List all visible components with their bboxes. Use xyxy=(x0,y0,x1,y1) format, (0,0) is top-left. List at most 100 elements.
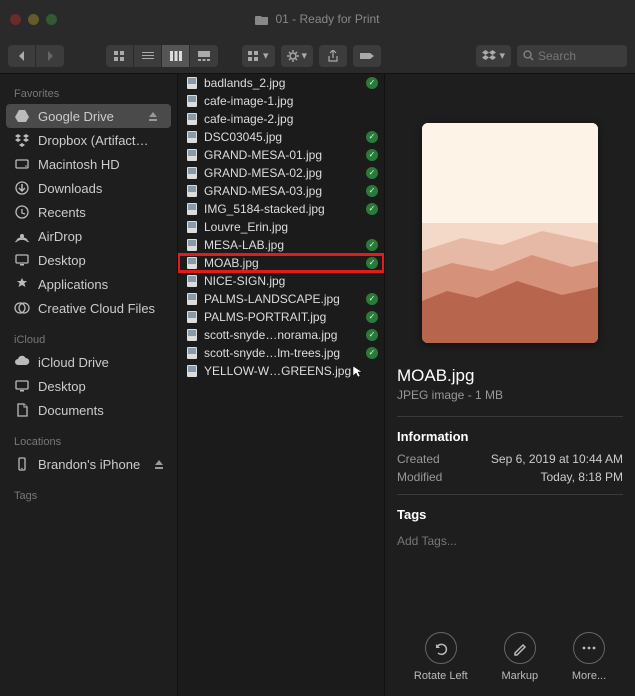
file-row[interactable]: GRAND-MESA-03.jpg xyxy=(178,182,384,200)
downloads-icon xyxy=(14,180,30,196)
quick-actions: Rotate Left Markup More... xyxy=(397,618,623,696)
file-row[interactable]: YELLOW-W…GREENS.jpg xyxy=(178,362,384,380)
sidebar: FavoritesGoogle DriveDropbox (Artifact…M… xyxy=(0,74,178,696)
close-window-button[interactable] xyxy=(10,14,21,25)
sidebar-item-downloads[interactable]: Downloads xyxy=(0,176,177,200)
created-value: Sep 6, 2019 at 10:44 AM xyxy=(491,452,623,466)
file-row[interactable]: scott-snyde…norama.jpg xyxy=(178,326,384,344)
file-name: IMG_5184-stacked.jpg xyxy=(204,202,362,216)
sync-status-icon xyxy=(366,203,378,215)
file-row[interactable]: badlands_2.jpg xyxy=(178,74,384,92)
thumbnail xyxy=(397,84,623,354)
sidebar-item-recents[interactable]: Recents xyxy=(0,200,177,224)
icon-view-button[interactable] xyxy=(106,45,134,67)
file-row[interactable]: PALMS-LANDSCAPE.jpg xyxy=(178,290,384,308)
sidebar-item-desktop[interactable]: Desktop xyxy=(0,374,177,398)
documents-icon xyxy=(14,402,30,418)
airdrop-icon xyxy=(14,228,30,244)
search-placeholder: Search xyxy=(538,49,576,63)
sidebar-item-applications[interactable]: Applications xyxy=(0,272,177,296)
eject-icon[interactable] xyxy=(153,458,167,470)
more-button[interactable]: More... xyxy=(572,632,606,682)
file-list[interactable]: badlands_2.jpg cafe-image-1.jpg cafe-image… xyxy=(178,74,385,696)
file-name: cafe-image-1.jpg xyxy=(204,94,378,108)
sync-status-icon xyxy=(366,77,378,89)
file-row[interactable]: Louvre_Erin.jpg xyxy=(178,218,384,236)
file-name: DSC03045.jpg xyxy=(204,130,362,144)
hd-icon xyxy=(14,156,30,172)
file-icon xyxy=(184,274,200,288)
eject-icon[interactable] xyxy=(147,110,161,122)
desktop-icon xyxy=(14,252,30,268)
list-view-button[interactable] xyxy=(134,45,162,67)
maximize-window-button[interactable] xyxy=(46,14,57,25)
search-field[interactable]: Search xyxy=(517,45,627,67)
info-heading: Information xyxy=(397,421,623,450)
sidebar-heading: iCloud xyxy=(0,328,177,350)
file-row[interactable]: scott-snyde…lm-trees.jpg xyxy=(178,344,384,362)
rotate-left-label: Rotate Left xyxy=(414,670,468,682)
file-row[interactable]: PALMS-PORTRAIT.jpg xyxy=(178,308,384,326)
modified-value: Today, 8:18 PM xyxy=(541,470,624,484)
file-icon xyxy=(184,166,200,180)
sidebar-item-brandon-s-iphone[interactable]: Brandon's iPhone xyxy=(0,452,177,476)
sync-status-icon xyxy=(366,239,378,251)
sync-status-icon xyxy=(366,149,378,161)
sidebar-item-dropbox-artifact[interactable]: Dropbox (Artifact… xyxy=(0,128,177,152)
back-button[interactable] xyxy=(8,45,36,67)
cc-icon xyxy=(14,300,30,316)
sidebar-item-label: iCloud Drive xyxy=(38,355,167,370)
file-icon xyxy=(184,130,200,144)
file-row[interactable]: GRAND-MESA-01.jpg xyxy=(178,146,384,164)
sidebar-item-macintosh-hd[interactable]: Macintosh HD xyxy=(0,152,177,176)
minimize-window-button[interactable] xyxy=(28,14,39,25)
markup-button[interactable]: Markup xyxy=(501,632,538,682)
file-row[interactable]: GRAND-MESA-02.jpg xyxy=(178,164,384,182)
sync-status-icon xyxy=(366,311,378,323)
sidebar-item-creative-cloud-files[interactable]: Creative Cloud Files xyxy=(0,296,177,320)
file-row[interactable]: NICE-SIGN.jpg xyxy=(178,272,384,290)
file-icon xyxy=(184,346,200,360)
action-button[interactable]: ▾ xyxy=(281,45,314,67)
forward-button[interactable] xyxy=(36,45,64,67)
add-tags-field[interactable]: Add Tags... xyxy=(397,528,623,548)
column-view-button[interactable] xyxy=(162,45,190,67)
group-button[interactable]: ▾ xyxy=(242,45,275,67)
file-name: GRAND-MESA-03.jpg xyxy=(204,184,362,198)
file-row[interactable]: cafe-image-2.jpg xyxy=(178,110,384,128)
more-label: More... xyxy=(572,670,606,682)
gallery-view-button[interactable] xyxy=(190,45,218,67)
file-row[interactable]: MESA-LAB.jpg xyxy=(178,236,384,254)
sidebar-item-airdrop[interactable]: AirDrop xyxy=(0,224,177,248)
sync-status-icon xyxy=(366,131,378,143)
sync-status-icon xyxy=(366,185,378,197)
sidebar-item-icloud-drive[interactable]: iCloud Drive xyxy=(0,350,177,374)
rotate-left-button[interactable]: Rotate Left xyxy=(414,632,468,682)
sidebar-item-label: Desktop xyxy=(38,253,167,268)
file-icon xyxy=(184,364,200,378)
file-name: MESA-LAB.jpg xyxy=(204,238,362,252)
file-icon xyxy=(184,184,200,198)
sidebar-item-label: AirDrop xyxy=(38,229,167,244)
sidebar-heading: Tags xyxy=(0,484,177,506)
file-icon xyxy=(184,148,200,162)
file-icon xyxy=(184,112,200,126)
file-name: GRAND-MESA-01.jpg xyxy=(204,148,362,162)
file-row[interactable]: cafe-image-1.jpg xyxy=(178,92,384,110)
dropbox-button[interactable]: ▾ xyxy=(476,45,511,67)
sync-status-icon xyxy=(366,347,378,359)
gdrive-icon xyxy=(14,108,30,124)
sidebar-item-label: Google Drive xyxy=(38,109,139,124)
share-button[interactable] xyxy=(319,45,347,67)
sidebar-item-documents[interactable]: Documents xyxy=(0,398,177,422)
sidebar-item-google-drive[interactable]: Google Drive xyxy=(6,104,171,128)
file-row[interactable]: MOAB.jpg xyxy=(178,254,384,272)
tags-button[interactable] xyxy=(353,45,381,67)
file-name: cafe-image-2.jpg xyxy=(204,112,378,126)
sidebar-item-desktop[interactable]: Desktop xyxy=(0,248,177,272)
sidebar-item-label: Creative Cloud Files xyxy=(38,301,167,316)
file-row[interactable]: IMG_5184-stacked.jpg xyxy=(178,200,384,218)
file-row[interactable]: DSC03045.jpg xyxy=(178,128,384,146)
sidebar-item-label: Brandon's iPhone xyxy=(38,457,145,472)
sidebar-item-label: Applications xyxy=(38,277,167,292)
